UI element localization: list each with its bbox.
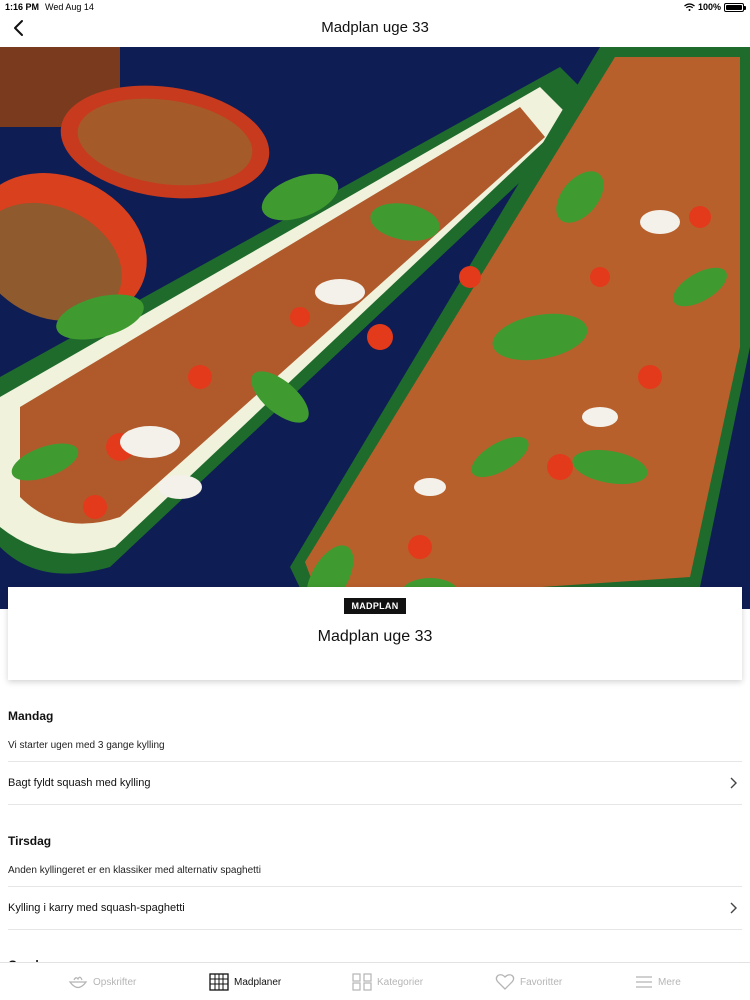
recipe-label: Kylling i karry med squash-spaghetti (8, 902, 185, 914)
recipe-row-monday[interactable]: Bagt fyldt squash med kylling (0, 763, 750, 803)
page-title: Madplan uge 33 (321, 19, 429, 36)
bowl-icon (68, 976, 88, 989)
day-heading-tuesday: Tirsdag (8, 834, 52, 848)
hero-food-image (0, 47, 750, 609)
battery-icon (724, 2, 746, 12)
divider (8, 886, 742, 887)
category-badge: MADPLAN (344, 598, 406, 614)
card-title: Madplan uge 33 (317, 628, 433, 645)
divider (8, 929, 742, 930)
chevron-right-icon (730, 777, 737, 789)
tab-label: Madplaner (234, 976, 282, 988)
category-grid-icon (352, 973, 372, 991)
tab-madplaner[interactable]: Madplaner (209, 972, 281, 992)
tab-label: Mere (658, 976, 681, 988)
calendar-grid-icon (209, 973, 229, 991)
tab-bar: Opskrifter Madplaner Kategorier Favoritt… (0, 962, 750, 1000)
title-card: MADPLAN Madplan uge 33 (8, 587, 742, 680)
day-heading-monday: Mandag (8, 709, 54, 723)
day-intro-tuesday: Anden kyllingeret er en klassiker med al… (8, 865, 261, 876)
menu-icon (636, 976, 652, 988)
heart-icon (495, 974, 515, 990)
navigation-bar: Madplan uge 33 (0, 14, 750, 47)
status-bar: 1:16 PM Wed Aug 14 100% (0, 0, 750, 14)
divider (8, 804, 742, 805)
day-intro-monday: Vi starter ugen med 3 gange kylling (8, 740, 165, 751)
tab-favoritter[interactable]: Favoritter (495, 972, 562, 992)
tab-kategorier[interactable]: Kategorier (352, 972, 423, 992)
status-date: Wed Aug 14 (45, 2, 94, 12)
status-right: 100% (684, 2, 746, 12)
tab-mere[interactable]: Mere (635, 972, 681, 992)
wifi-icon (684, 3, 695, 11)
tab-label: Opskrifter (93, 976, 137, 988)
tab-label: Kategorier (377, 976, 424, 988)
divider (8, 761, 742, 762)
battery-percent: 100% (697, 2, 721, 12)
tab-opskrifter[interactable]: Opskrifter (68, 972, 136, 992)
recipe-row-tuesday[interactable]: Kylling i karry med squash-spaghetti (0, 888, 750, 928)
recipe-label: Bagt fyldt squash med kylling (8, 777, 151, 789)
status-time: 1:16 PM (5, 2, 40, 12)
chevron-right-icon (730, 902, 737, 914)
tab-label: Favoritter (520, 976, 563, 988)
